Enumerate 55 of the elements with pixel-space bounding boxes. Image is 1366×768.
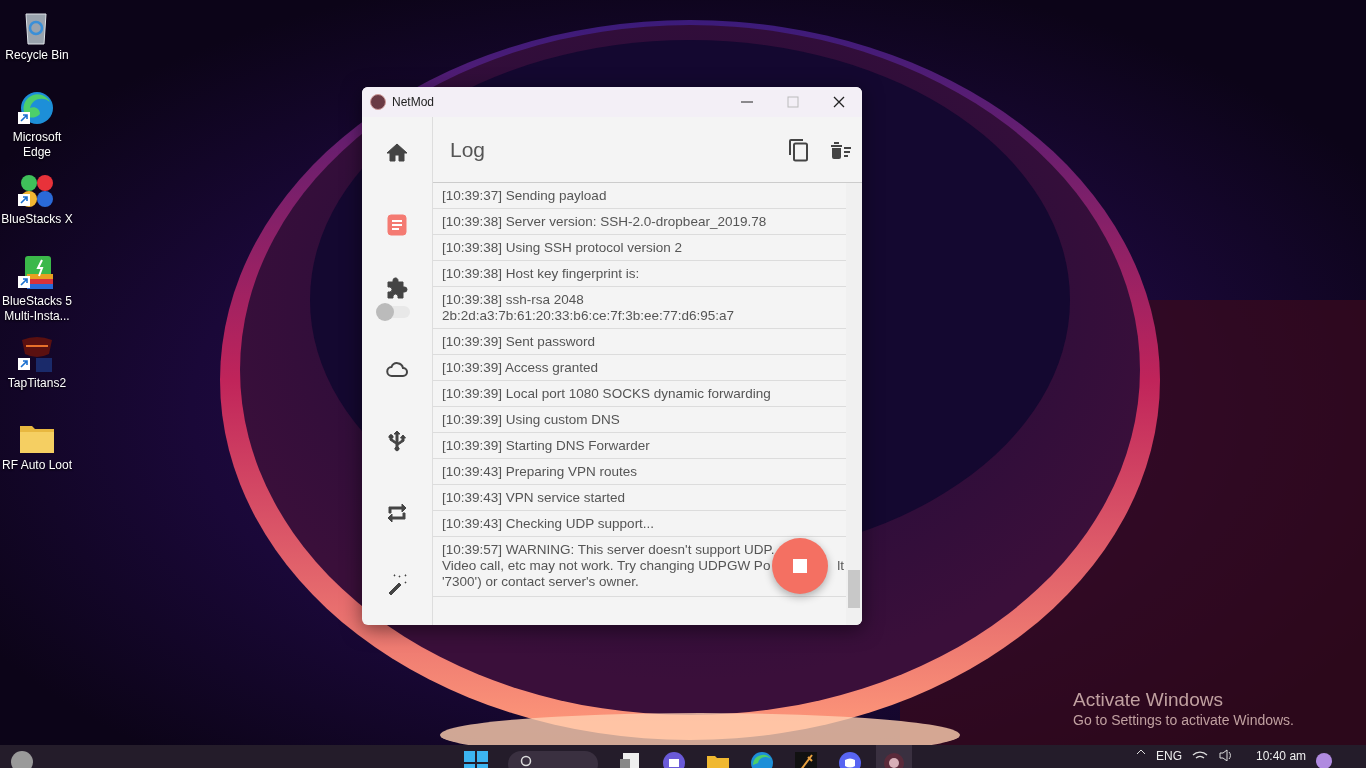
desktop-icon-label[interactable]: Microsoft Edge	[0, 130, 75, 160]
notification-icon[interactable]	[1316, 753, 1333, 768]
scrollbar[interactable]	[846, 183, 862, 625]
log-entry: [10:39:38] Server version: SSH-2.0-dropbear_2019.78	[442, 214, 767, 230]
browser-icon[interactable]	[750, 751, 774, 768]
weather-icon[interactable]	[11, 751, 33, 768]
log-entry: [10:39:39] Using custom DNS	[442, 412, 620, 428]
log-entry: [10:39:43] Preparing VPN routes	[442, 464, 638, 480]
log-entry: [10:39:43] Checking UDP support...	[442, 516, 655, 532]
file-icon[interactable]	[618, 751, 642, 768]
repeat-icon[interactable]	[385, 501, 409, 525]
log-entry-text: lt	[837, 558, 844, 574]
log-entry: [10:39:37] Sending payload	[442, 188, 607, 204]
wifi-icon[interactable]	[1192, 749, 1208, 761]
log-entry: [10:39:38] ssh-rsa 2048 2b:2d:a3:7b:61:20:33:b6:ce:7f:3b:ee:77:d6:95:a7	[442, 292, 735, 324]
chat-app-icon[interactable]	[838, 751, 862, 768]
log-entry: [10:39:39] Access granted	[442, 360, 599, 376]
puzzle-icon[interactable]	[385, 276, 409, 300]
log-entry: [10:39:38] Host key fingerprint is:	[442, 266, 640, 282]
language-indicator[interactable]: ENG	[1156, 749, 1182, 763]
log-entry: [10:39:39] Starting DNS Forwarder	[442, 438, 650, 454]
stop-button[interactable]	[772, 538, 828, 594]
speaker-icon[interactable]	[1218, 749, 1234, 761]
app-logo-icon	[370, 94, 386, 110]
copy-button[interactable]	[788, 137, 810, 162]
chevron-up-icon[interactable]	[1136, 749, 1146, 755]
activation-title: Activate Windows	[1073, 689, 1224, 711]
clock[interactable]: 10:40 am	[1256, 749, 1307, 763]
document-icon[interactable]	[385, 213, 409, 237]
toggle-switch[interactable]	[378, 306, 410, 318]
log-entry-text: '7300') or contact server's owner.	[442, 574, 639, 590]
usb-icon[interactable]	[385, 429, 409, 453]
desktop-icon-label[interactable]: BlueStacks X	[0, 212, 75, 227]
scrollbar-thumb[interactable]	[848, 570, 860, 608]
home-icon[interactable]	[385, 141, 409, 165]
start-icon[interactable]	[464, 751, 488, 768]
desktop-icon-label[interactable]: Recycle Bin	[0, 48, 75, 63]
game-icon[interactable]	[794, 751, 818, 768]
log-entry: [10:39:43] VPN service started	[442, 490, 626, 506]
close-icon	[833, 96, 845, 108]
activation-text: Go to Settings to activate Windows.	[1073, 711, 1294, 729]
log-entry: [10:39:39] Local port 1080 SOCKS dynamic forwarding	[442, 386, 771, 402]
search-icon	[520, 755, 534, 768]
log-entry: [10:39:39] Sent password	[442, 334, 596, 350]
chat-app-icon[interactable]	[662, 751, 686, 768]
desktop-icon-label[interactable]: BlueStacks 5 Multi-Insta...	[0, 294, 75, 324]
page-title: Log	[450, 137, 487, 162]
window-title: NetMod	[392, 95, 435, 109]
log-entry-text: Video call, etc may not work. Try changing UDPGW Po	[442, 558, 771, 574]
desktop-icon-label[interactable]: RF Auto Loot	[0, 458, 75, 473]
desktop-icon-label[interactable]: TapTitans2	[0, 376, 75, 391]
log-entry: [10:39:38] Using SSH protocol version 2	[442, 240, 683, 256]
maximize-icon	[787, 96, 799, 108]
log-entry-text: [10:39:57] WARNING: This server doesn't support UDP.	[442, 542, 775, 558]
clear-log-button[interactable]	[830, 140, 852, 159]
